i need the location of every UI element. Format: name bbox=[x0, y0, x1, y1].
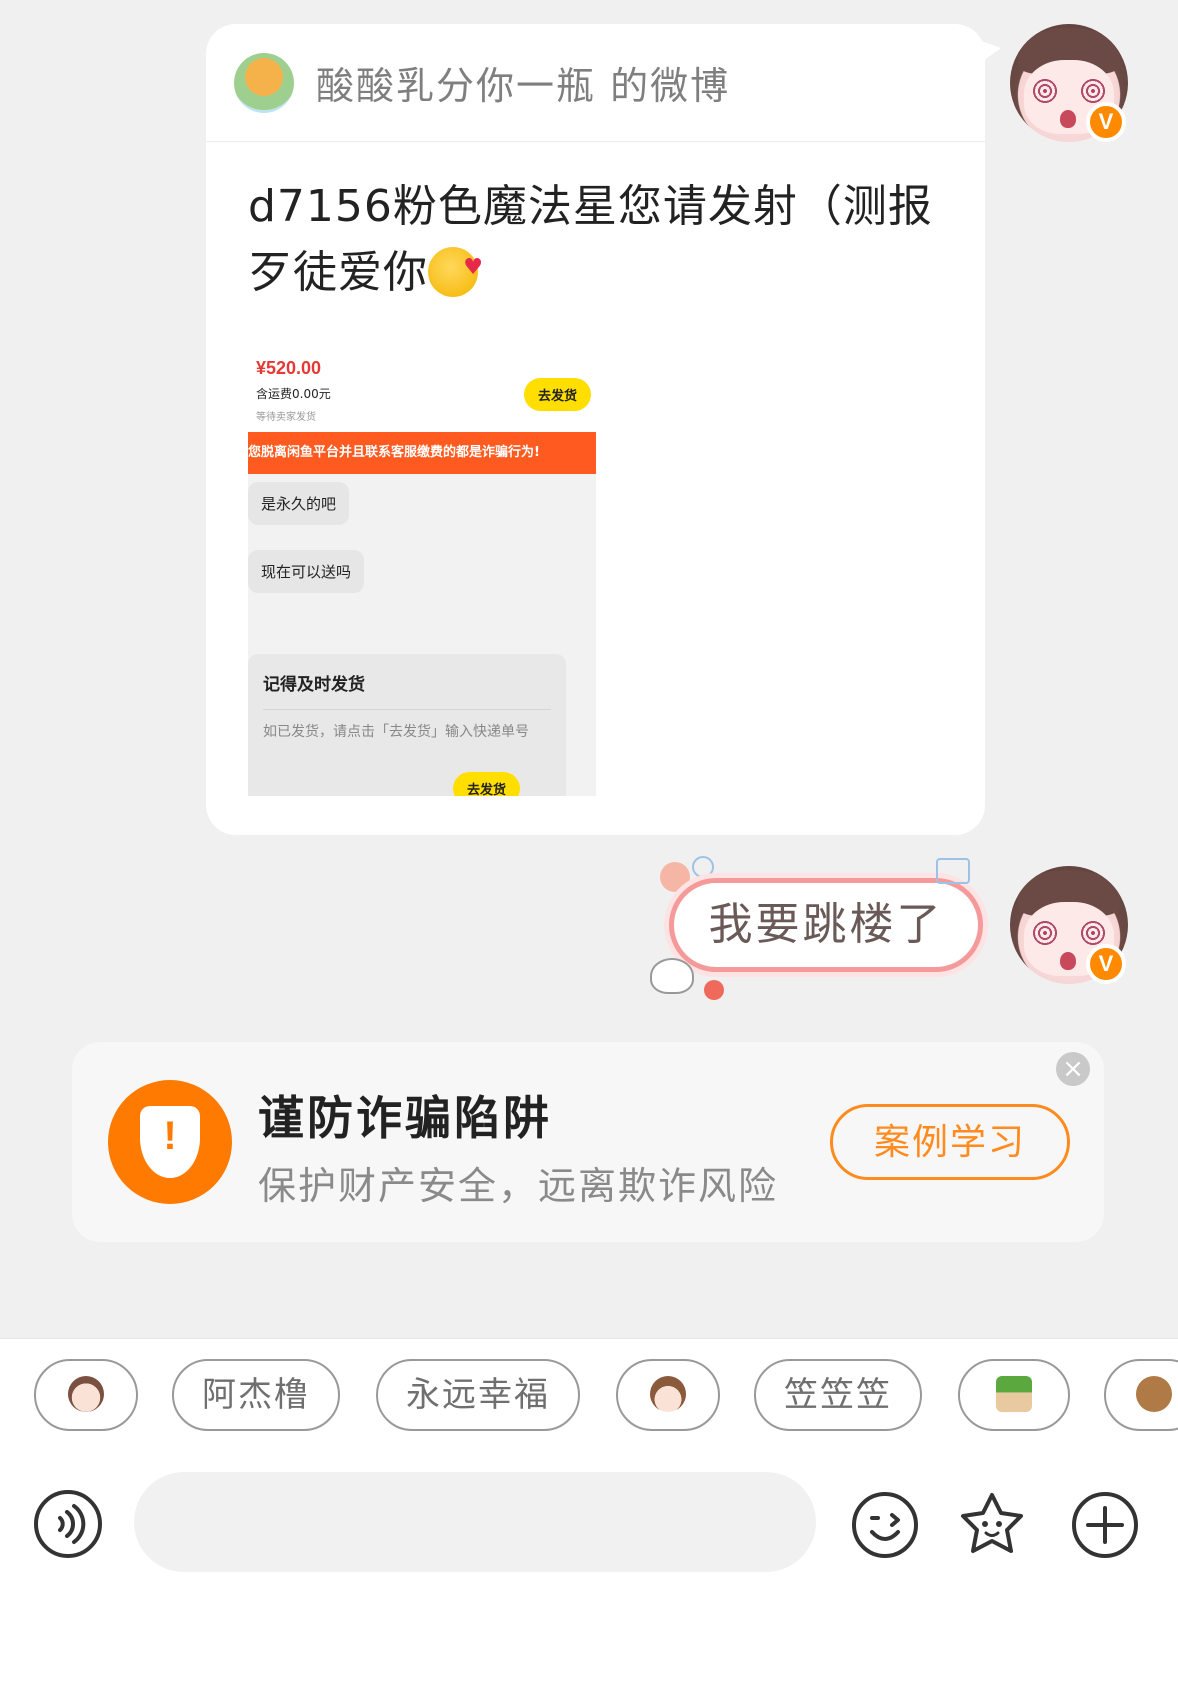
order-summary: ¥520.00 含运费0.00元 等待卖家发货 去发货 bbox=[248, 336, 596, 432]
voice-icon[interactable] bbox=[34, 1490, 102, 1558]
sparkle-sticker-icon bbox=[936, 858, 970, 884]
capybara-sticker-icon bbox=[1136, 1375, 1172, 1412]
chat-bubble-2: 现在可以送吗 bbox=[248, 550, 365, 593]
input-bar bbox=[0, 1450, 1178, 1700]
case-study-button[interactable]: 案例学习 bbox=[830, 1104, 1070, 1180]
emoji-icon[interactable] bbox=[850, 1490, 920, 1560]
sticker-icon[interactable] bbox=[957, 1490, 1027, 1560]
ship-reminder-card: 记得及时发货 如已发货，请点击「去发货」输入快递单号 去发货 bbox=[248, 654, 566, 796]
reminder-ship-button: 去发货 bbox=[453, 772, 521, 796]
quick-chip-1[interactable]: 阿杰橹 bbox=[172, 1359, 340, 1431]
mouse-sticker-icon bbox=[650, 958, 694, 994]
quick-reply-bar: 阿杰橹 永远幸福 笠笠笠 bbox=[0, 1338, 1178, 1450]
house-sticker-icon bbox=[996, 1375, 1032, 1412]
card-header: 酸酸乳分你一瓶 的微博 bbox=[206, 24, 985, 142]
chat-bubble-1: 是永久的吧 bbox=[248, 482, 350, 525]
fraud-warning-title: 谨防诈骗陷阱 bbox=[258, 1091, 552, 1145]
shared-weibo-card[interactable]: 酸酸乳分你一瓶 的微博 d7156粉色魔法星您请发射（测报歹徒爱你 · · ¥5… bbox=[206, 24, 1001, 835]
source-avatar bbox=[234, 52, 294, 113]
shield-alert-icon bbox=[108, 1080, 232, 1204]
boy-sticker-icon bbox=[650, 1375, 686, 1412]
sticker-chip-2[interactable] bbox=[616, 1359, 720, 1431]
close-icon[interactable]: × bbox=[1056, 1052, 1090, 1086]
card-source: 酸酸乳分你一瓶 的微博 bbox=[316, 64, 731, 108]
sticker-message[interactable]: 我要跳楼了 bbox=[669, 878, 983, 972]
quick-chip-3[interactable]: 笠笠笠 bbox=[754, 1359, 922, 1431]
card-image[interactable]: · · ¥520.00 含运费0.00元 等待卖家发货 去发货 您脱离闲鱼平台并… bbox=[248, 336, 596, 796]
fraud-warning-subtitle: 保护财产安全，远离欺诈风险 bbox=[258, 1164, 779, 1208]
verified-badge-icon: V bbox=[1086, 102, 1126, 142]
card-text-content: d7156粉色魔法星您请发射（测报歹徒爱你 bbox=[248, 181, 933, 298]
reminder-title: 记得及时发货 bbox=[263, 670, 551, 710]
card-text: d7156粉色魔法星您请发射（测报歹徒爱你 bbox=[248, 174, 948, 306]
quick-chip-2[interactable]: 永远幸福 bbox=[376, 1359, 580, 1431]
sticker-deco-icon bbox=[692, 856, 714, 878]
plus-icon[interactable] bbox=[1070, 1490, 1140, 1560]
kiss-emoji-icon bbox=[428, 235, 484, 301]
message-input[interactable] bbox=[134, 1472, 816, 1572]
order-price: ¥520.00 bbox=[256, 358, 322, 378]
reminder-body: 如已发货，请点击「去发货」输入快递单号 bbox=[263, 724, 529, 740]
sticker-chip-1[interactable] bbox=[34, 1359, 138, 1431]
ship-button: 去发货 bbox=[524, 378, 592, 411]
sticker-chip-4[interactable] bbox=[1104, 1359, 1178, 1431]
boy-sticker-icon bbox=[68, 1375, 104, 1412]
fraud-banner: 您脱离闲鱼平台并且联系客服缴费的都是诈骗行为! bbox=[248, 432, 596, 474]
verified-badge-icon: V bbox=[1086, 944, 1126, 984]
sticker-chip-3[interactable] bbox=[958, 1359, 1070, 1431]
tomato-sticker-icon bbox=[704, 980, 724, 1000]
